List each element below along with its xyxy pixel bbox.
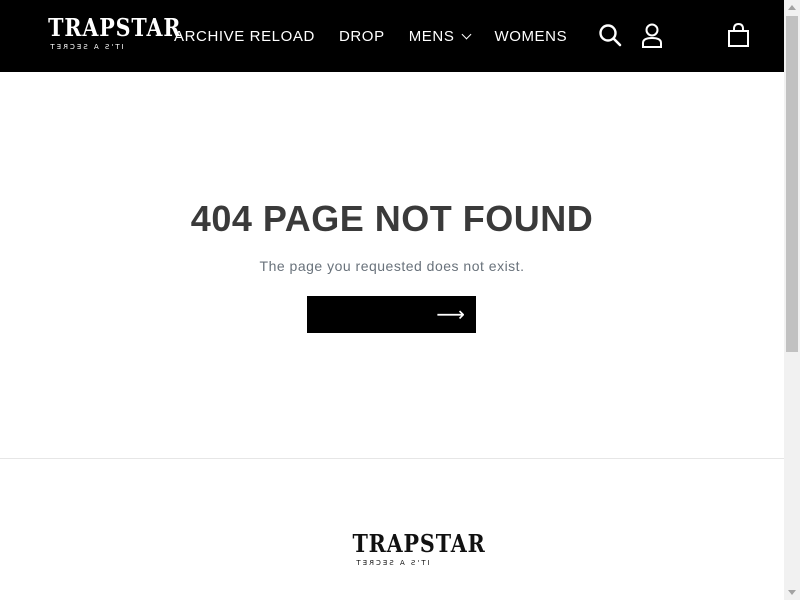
nav-item-drop[interactable]: DROP (339, 28, 385, 45)
cart-button[interactable] (726, 22, 752, 50)
page-scrollbar[interactable] (784, 0, 800, 600)
account-button[interactable] (640, 22, 666, 50)
error-message: The page you requested does not exist. (259, 258, 525, 274)
logo-wordmark: TRAPSTAR (48, 13, 182, 42)
site-header: TRAPSTAR IT'S A SECRET ARCHIVE RELOAD DR… (0, 0, 784, 72)
main-nav: ARCHIVE RELOAD DROP MENS WOMENS (174, 26, 591, 46)
account-icon (642, 23, 662, 48)
logo-tagline: IT'S A SECRET (48, 43, 124, 51)
site-logo[interactable]: TRAPSTAR IT'S A SECRET (42, 13, 182, 58)
cart-icon (728, 22, 749, 47)
chevron-down-icon (461, 29, 472, 39)
nav-item-womens[interactable]: WOMENS (494, 28, 567, 45)
footer-logo-wordmark: TRAPSTAR (352, 529, 486, 558)
nav-item-label: WOMENS (494, 27, 568, 45)
nav-item-mens[interactable]: MENS (408, 27, 472, 45)
footer-logo-tagline: IT'S A SECRET (354, 559, 430, 567)
nav-item-archive-reload[interactable]: ARCHIVE RELOAD (174, 28, 315, 45)
scroll-down-arrow-icon[interactable] (788, 590, 796, 595)
nav-item-label: ARCHIVE RELOAD (174, 27, 315, 45)
search-button[interactable] (598, 22, 624, 50)
arrow-right-icon: ⟶ (436, 302, 465, 326)
scroll-up-arrow-icon[interactable] (788, 5, 796, 10)
nav-item-label: DROP (338, 27, 385, 45)
footer-logo[interactable]: TRAPSTAR IT'S A SECRET (346, 529, 486, 574)
continue-shopping-button[interactable]: ⟶ (307, 296, 476, 333)
scrollbar-thumb[interactable] (786, 16, 798, 352)
page-title: 404 PAGE NOT FOUND (190, 198, 594, 239)
search-icon (599, 24, 622, 47)
main-content: 404 PAGE NOT FOUND The page you requeste… (0, 72, 784, 458)
nav-item-label: MENS (408, 27, 455, 45)
footer-divider (0, 458, 784, 459)
